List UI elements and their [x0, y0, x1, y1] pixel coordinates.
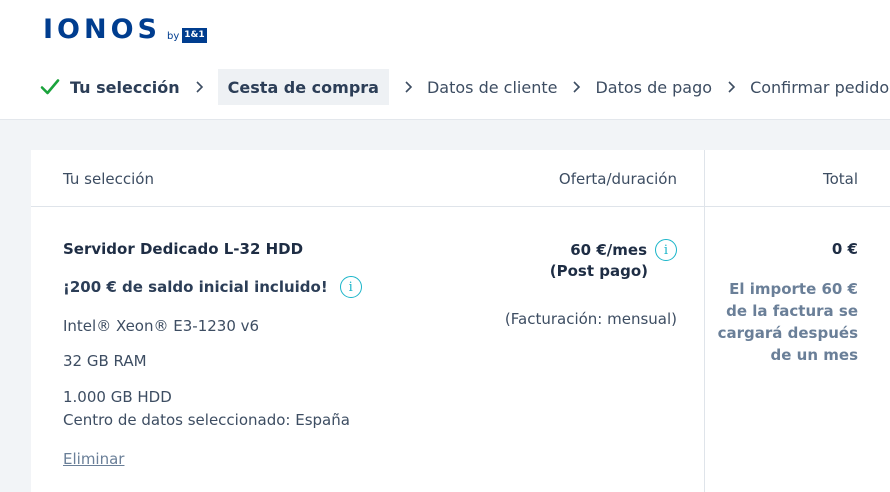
price-type: (Post pago) [549, 262, 648, 280]
info-icon[interactable]: i [655, 239, 677, 261]
spec-datacenter: Centro de datos seleccionado: España [63, 411, 350, 429]
step-customer-data: Datos de cliente [427, 69, 557, 105]
chevron-right-icon [728, 81, 736, 93]
remove-link[interactable]: Eliminar [63, 450, 124, 468]
header-total: Total [822, 170, 858, 188]
step-label: Datos de pago [595, 77, 713, 97]
spec-cpu: Intel® Xeon® E3-1230 v6 [63, 317, 260, 335]
promo-line: ¡200 € de saldo inicial incluido! i [63, 276, 362, 298]
billing-period: (Facturación: mensual) [504, 310, 677, 328]
step-selection[interactable]: Tu selección [40, 69, 180, 105]
price-value: 60 €/mes [570, 241, 647, 259]
spec-ram: 32 GB RAM [63, 352, 147, 370]
step-cart[interactable]: Cesta de compra [217, 69, 389, 105]
cart-table-header: Tu selección Oferta/duración Total [31, 150, 890, 207]
chevron-right-icon [573, 81, 581, 93]
total-note: El importe 60 € de la factura se cargará… [717, 280, 858, 364]
step-confirm-order: Confirmar pedido [750, 69, 889, 105]
step-payment-data: Datos de pago [595, 69, 712, 105]
logo-word: IONOS [43, 14, 161, 45]
ionos-logo[interactable]: IONOS by 1&1 [43, 15, 207, 45]
chevron-right-icon [405, 81, 413, 93]
checkout-header: IONOS by 1&1 Tu selección Cesta de compr… [0, 0, 890, 120]
logo-by: by [167, 31, 180, 42]
logo-brand: 1&1 [182, 28, 207, 43]
spec-hdd: 1.000 GB HDD [63, 388, 172, 406]
step-label: Confirmar pedido [750, 77, 890, 97]
total-value: 0 € [831, 240, 858, 258]
step-label: Tu selección [70, 77, 180, 97]
promo-text: ¡200 € de saldo inicial incluido! [63, 278, 328, 296]
step-label: Cesta de compra [227, 77, 379, 97]
header-selection: Tu selección [63, 170, 154, 188]
check-icon [40, 79, 60, 95]
cart-card: Tu selección Oferta/duración Total Servi… [31, 150, 890, 492]
info-icon[interactable]: i [339, 276, 362, 298]
chevron-right-icon [196, 81, 203, 93]
step-label: Datos de cliente [426, 77, 558, 97]
price-line: 60 €/mes i [570, 239, 677, 261]
header-offer: Oferta/duración [558, 170, 677, 188]
product-name: Servidor Dedicado L-32 HDD [63, 240, 304, 258]
checkout-steps: Tu selección Cesta de compra Datos de cl… [40, 69, 889, 105]
